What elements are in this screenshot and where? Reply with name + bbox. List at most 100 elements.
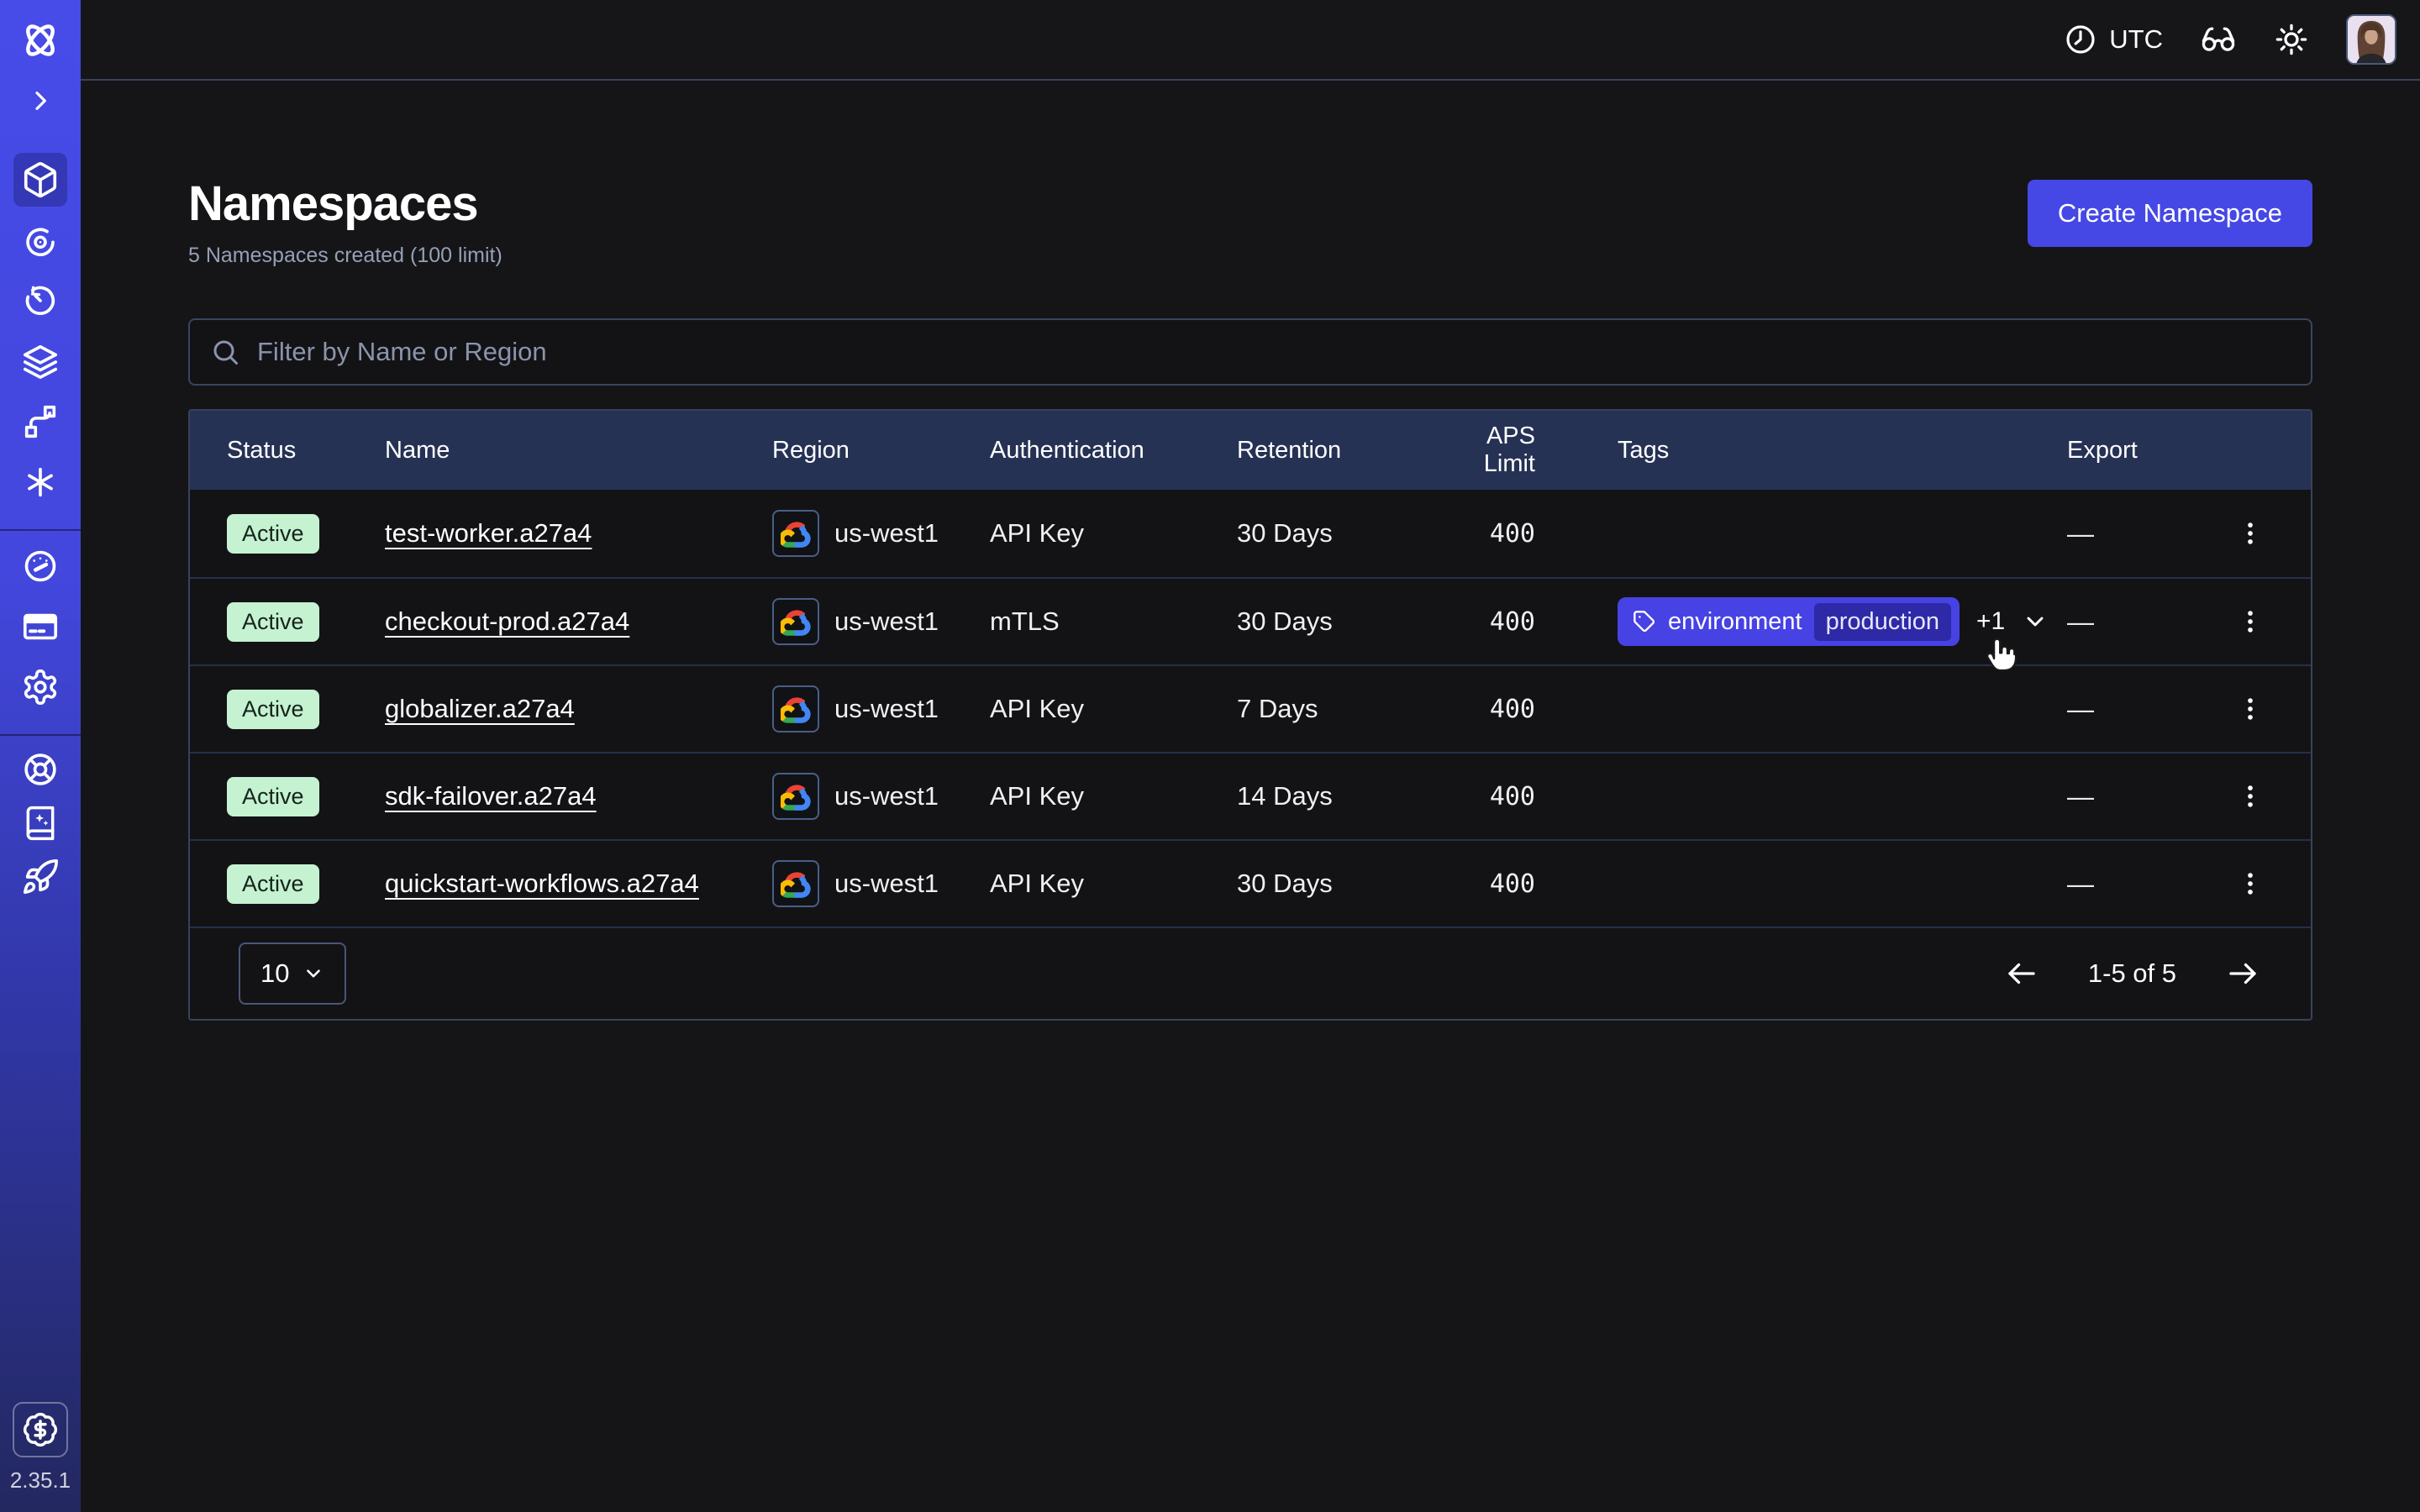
sidebar-item-usage[interactable]	[13, 539, 67, 593]
sidebar-nav-main	[13, 153, 67, 516]
namespace-count-subtitle: 5 Namespaces created (100 limit)	[188, 244, 502, 268]
export-cell: —	[2067, 606, 2227, 638]
namespace-link[interactable]: checkout-prod.a27a4	[385, 606, 629, 636]
export-cell: —	[2067, 518, 2227, 549]
sidebar-item-integrations[interactable]	[13, 455, 67, 509]
timezone-selector[interactable]: UTC	[2064, 23, 2163, 56]
arrow-right-icon	[2225, 956, 2260, 991]
glasses-icon	[2200, 21, 2237, 58]
page-header: Namespaces 5 Namespaces created (100 lim…	[188, 175, 2312, 268]
aps-cell: 400	[1429, 782, 1618, 811]
filter-input[interactable]	[255, 336, 2291, 368]
col-region: Region	[772, 437, 990, 465]
col-aps-limit: APS Limit	[1429, 423, 1618, 478]
retention-cell: 30 Days	[1237, 869, 1429, 899]
page-size-value: 10	[260, 958, 289, 989]
auth-cell: API Key	[990, 869, 1237, 899]
credit-card-icon	[21, 607, 60, 646]
credits-button[interactable]	[13, 1402, 68, 1457]
sidebar-item-namespaces[interactable]	[13, 153, 67, 207]
main-column: UTC	[81, 0, 2420, 1512]
sun-icon	[2274, 22, 2309, 57]
page-title: Namespaces	[188, 175, 502, 234]
prev-page-button[interactable]	[2004, 956, 2039, 991]
chevron-down-icon	[302, 963, 324, 984]
row-menu-button[interactable]	[2227, 598, 2274, 645]
gcp-provider-icon	[772, 510, 819, 557]
region-label: us-west1	[834, 869, 939, 899]
sidebar-item-support[interactable]	[13, 744, 67, 795]
kebab-icon	[2236, 869, 2265, 898]
status-badge: Active	[227, 514, 319, 554]
export-cell: —	[2067, 694, 2227, 725]
user-avatar[interactable]	[2346, 14, 2396, 65]
create-namespace-button[interactable]: Create Namespace	[2028, 180, 2312, 247]
namespace-link[interactable]: quickstart-workflows.a27a4	[385, 869, 699, 898]
timezone-label: UTC	[2109, 24, 2163, 55]
row-menu-button[interactable]	[2227, 773, 2274, 820]
kebab-icon	[2236, 519, 2265, 548]
tag-chip[interactable]: environment production	[1618, 597, 1960, 646]
region-label: us-west1	[834, 518, 939, 549]
labs-toggle[interactable]	[2200, 21, 2237, 58]
table-header-row: Status Name Region Authentication Retent…	[190, 411, 2311, 490]
next-page-button[interactable]	[2225, 956, 2260, 991]
layers-icon	[21, 342, 60, 381]
sidebar-nav-account	[13, 539, 67, 721]
theme-toggle[interactable]	[2274, 22, 2309, 57]
namespace-link[interactable]: test-worker.a27a4	[385, 518, 592, 548]
sidebar-item-billing[interactable]	[13, 600, 67, 654]
gauge-icon	[21, 547, 60, 585]
badge-dollar-icon	[22, 1411, 59, 1448]
sidebar-item-observability[interactable]	[13, 213, 67, 267]
table-row: Active globalizer.a27a4 us-west1 API Key…	[190, 664, 2311, 752]
col-export: Export	[2067, 437, 2227, 465]
sidebar-item-settings[interactable]	[13, 660, 67, 714]
row-menu-button[interactable]	[2227, 510, 2274, 557]
retention-cell: 30 Days	[1237, 606, 1429, 637]
sidebar-expand-chevron-icon[interactable]	[13, 81, 67, 121]
sidebar-item-getting-started[interactable]	[13, 852, 67, 902]
aps-cell: 400	[1429, 519, 1618, 549]
retention-cell: 30 Days	[1237, 518, 1429, 549]
kebab-icon	[2236, 782, 2265, 811]
kebab-icon	[2236, 607, 2265, 636]
pagination-range: 1-5 of 5	[2088, 958, 2176, 989]
row-menu-button[interactable]	[2227, 860, 2274, 907]
aps-cell: 400	[1429, 695, 1618, 724]
tags-expand-chevron-icon[interactable]	[2022, 608, 2049, 635]
namespace-link[interactable]: sdk-failover.a27a4	[385, 781, 597, 811]
status-badge: Active	[227, 777, 319, 816]
col-tags: Tags	[1618, 437, 2067, 465]
tag-key: environment	[1668, 608, 1802, 636]
namespaces-table: Status Name Region Authentication Retent…	[188, 409, 2312, 1021]
branch-icon	[21, 402, 60, 441]
auth-cell: API Key	[990, 694, 1237, 724]
lifebuoy-icon	[21, 750, 60, 789]
filter-input-wrapper	[188, 318, 2312, 386]
retention-cell: 14 Days	[1237, 781, 1429, 811]
temporal-logo-icon[interactable]	[13, 0, 67, 81]
tag-icon	[1633, 610, 1656, 633]
page-size-select[interactable]: 10	[239, 942, 346, 1005]
export-cell: —	[2067, 781, 2227, 812]
auth-cell: mTLS	[990, 606, 1237, 637]
sidebar-item-docs[interactable]	[13, 798, 67, 848]
sidebar: 2.35.1	[0, 0, 81, 1512]
tags-cell: environment production +1	[1618, 597, 2067, 646]
gcp-provider-icon	[772, 598, 819, 645]
timer-icon	[21, 281, 60, 320]
table-row: Active sdk-failover.a27a4 us-west1 API K…	[190, 752, 2311, 839]
gcp-provider-icon	[772, 860, 819, 907]
namespace-link[interactable]: globalizer.a27a4	[385, 694, 575, 723]
sidebar-item-batch[interactable]	[13, 334, 67, 388]
gcp-provider-icon	[772, 773, 819, 820]
col-status: Status	[227, 437, 385, 465]
region-label: us-west1	[834, 694, 939, 724]
col-retention: Retention	[1237, 437, 1429, 465]
region-label: us-west1	[834, 781, 939, 811]
row-menu-button[interactable]	[2227, 685, 2274, 732]
sidebar-item-nexus[interactable]	[13, 395, 67, 449]
export-cell: —	[2067, 869, 2227, 900]
sidebar-item-schedules[interactable]	[13, 274, 67, 328]
